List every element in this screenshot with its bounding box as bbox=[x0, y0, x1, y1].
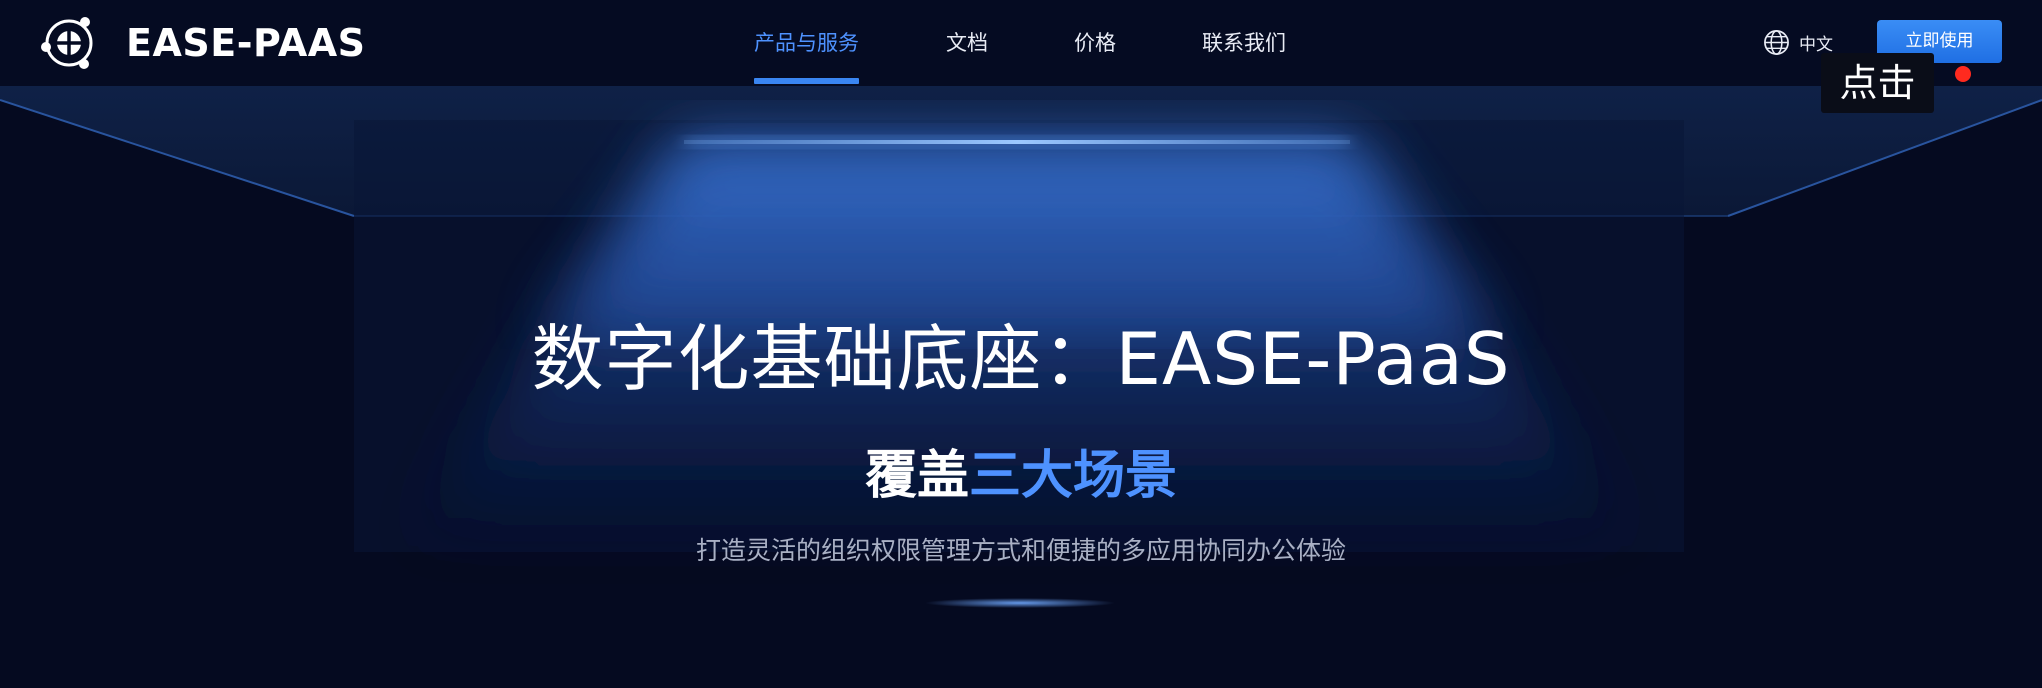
nav-item-label: 价格 bbox=[1074, 31, 1116, 55]
ease-paas-logo-icon bbox=[41, 17, 93, 69]
nav-item-products[interactable]: 产品与服务 bbox=[754, 0, 859, 86]
nav-item-pricing[interactable]: 价格 bbox=[1074, 0, 1116, 86]
active-tab-indicator bbox=[754, 78, 859, 84]
nav-item-label: 联系我们 bbox=[1202, 31, 1286, 55]
hero-title: 数字化基础底座：EASE-PaaS bbox=[531, 317, 1511, 401]
hero-subtitle-prefix: 覆盖 bbox=[864, 446, 969, 506]
globe-icon bbox=[1764, 29, 1789, 55]
click-marker bbox=[1955, 66, 1971, 82]
brand-name: EASE-PAAS bbox=[126, 21, 366, 65]
hero-subtitle-highlight: 三大场景 bbox=[969, 446, 1178, 506]
top-navbar: EASE-PAAS 产品与服务 文档 价格 联系我们 中文 立即使用 bbox=[0, 0, 2042, 86]
hero-description: 打造灵活的组织权限管理方式和便捷的多应用协同办公体验 bbox=[695, 536, 1346, 565]
nav-item-contact[interactable]: 联系我们 bbox=[1202, 0, 1286, 86]
nav-item-label: 文档 bbox=[946, 31, 988, 55]
click-tooltip: 点击 bbox=[1821, 53, 1934, 113]
nav-item-label: 产品与服务 bbox=[754, 31, 859, 55]
hero-subtitle: 覆盖三大场景 bbox=[0, 433, 2042, 508]
brand-logo[interactable]: EASE-PAAS bbox=[40, 14, 366, 72]
language-label: 中文 bbox=[1799, 34, 1833, 55]
nav-item-docs[interactable]: 文档 bbox=[946, 0, 988, 86]
page: EASE-PAAS 产品与服务 文档 价格 联系我们 中文 立即使用 点击 数字… bbox=[0, 0, 2042, 688]
